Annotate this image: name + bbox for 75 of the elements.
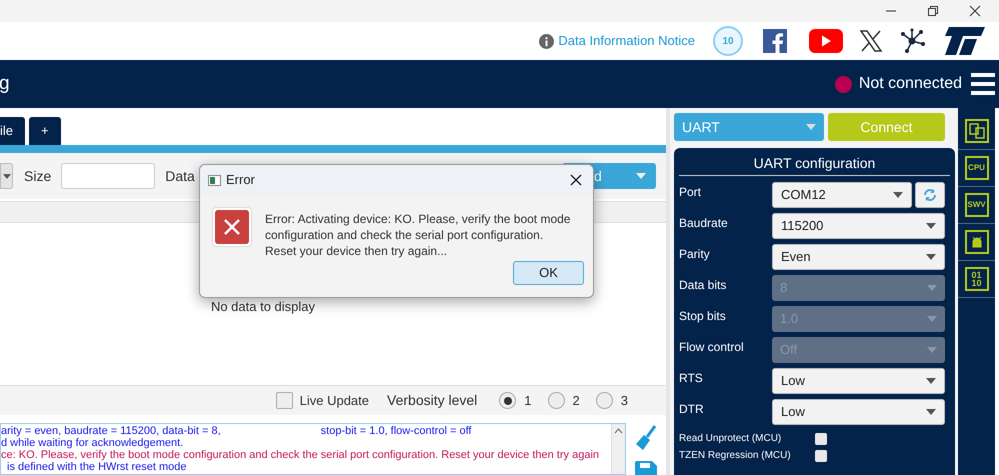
info-icon xyxy=(539,34,554,48)
debug-button[interactable] xyxy=(964,230,988,254)
broom-icon[interactable] xyxy=(635,425,657,451)
option-label: Read Unprotect (MCU) xyxy=(679,432,782,446)
verbosity-label: Verbosity level xyxy=(387,391,478,410)
caret-icon xyxy=(806,124,816,130)
x-icon[interactable] xyxy=(859,29,883,53)
verbosity-radio[interactable]: 2 xyxy=(548,390,580,410)
field-label: Flow control xyxy=(679,339,745,356)
refresh-icon xyxy=(923,188,937,202)
cpu-button[interactable]: CPU xyxy=(964,156,988,180)
log-line: is defined with the HWrst reset mode xyxy=(7,461,187,473)
port-dropdown[interactable]: COM12 xyxy=(772,182,912,208)
field-label: Port xyxy=(679,184,702,201)
connection-status: Not connected xyxy=(858,74,962,94)
empty-table-message: No data to display xyxy=(210,298,316,316)
caret-icon xyxy=(927,347,937,353)
option-checkbox[interactable] xyxy=(815,432,827,444)
field-label: Baudrate xyxy=(679,215,729,232)
field-label: Parity xyxy=(679,246,711,263)
verbosity-radio[interactable]: 3 xyxy=(596,390,628,410)
caret-icon xyxy=(927,285,937,291)
binary-button[interactable]: 01 10 xyxy=(964,267,988,291)
menu-icon[interactable] xyxy=(971,73,995,95)
close-icon[interactable] xyxy=(969,5,981,17)
log-line: stop-bit = 1.0, flow-control = off xyxy=(320,425,472,437)
error-icon xyxy=(215,210,249,244)
save-icon[interactable] xyxy=(635,461,657,475)
size-input[interactable] xyxy=(61,163,156,189)
tab[interactable]: ile xyxy=(0,117,26,145)
dialog-title: Error xyxy=(226,171,255,190)
caret-icon xyxy=(927,316,937,322)
field-dropdown[interactable]: Low xyxy=(772,368,945,394)
option-checkbox[interactable] xyxy=(815,450,827,462)
close-icon[interactable] xyxy=(570,174,582,186)
field-label: Stop bits xyxy=(679,308,727,325)
field-dropdown[interactable]: Low xyxy=(772,399,945,425)
facebook-icon[interactable] xyxy=(763,29,787,53)
copy-icon xyxy=(968,123,984,139)
error-message: Error: Activating device: KO. Please, verify the boot mode configuration and check the serial port configuration. Reset your device then try again... xyxy=(265,211,572,259)
memory-button[interactable] xyxy=(964,119,988,143)
ok-button[interactable]: OK xyxy=(513,261,584,285)
caret-icon xyxy=(2,174,10,178)
youtube-icon[interactable] xyxy=(809,29,843,53)
tab[interactable]: + xyxy=(29,117,61,145)
caret-icon xyxy=(926,254,936,260)
window-icon xyxy=(208,174,221,186)
option-label: TZEN Regression (MCU) xyxy=(679,449,792,463)
bug-icon xyxy=(970,236,984,248)
verbosity-radio[interactable]: 1 xyxy=(499,390,532,410)
dropdown-button[interactable] xyxy=(0,163,13,189)
config-title: UART configuration xyxy=(679,153,950,176)
app-title: g xyxy=(0,72,10,96)
log-line: d while waiting for acknowledgement. xyxy=(1,437,184,449)
field-label: DTR xyxy=(679,401,705,418)
field-label: Data bits xyxy=(679,277,728,294)
field-label: RTS xyxy=(679,370,704,387)
caret-icon xyxy=(926,223,936,229)
size-label: Size xyxy=(24,166,52,186)
caret-icon xyxy=(636,173,646,179)
network-icon[interactable] xyxy=(899,28,925,54)
scrollbar[interactable] xyxy=(611,424,625,474)
anniversary-label: 10 xyxy=(722,34,734,48)
scroll-up-icon xyxy=(614,428,623,434)
data-width-label: Data xyxy=(165,166,195,186)
caret-icon xyxy=(926,378,936,384)
caret-icon xyxy=(893,192,903,198)
caret-icon xyxy=(926,409,936,415)
swv-button[interactable]: SWV xyxy=(964,193,988,217)
live-update-checkbox[interactable]: Live Update xyxy=(276,390,370,410)
restore-icon[interactable] xyxy=(927,5,939,17)
field-dropdown[interactable]: Even xyxy=(772,244,945,270)
field-dropdown[interactable]: 115200 xyxy=(772,213,945,239)
log-line: ce: KO. Please, verify the boot mode configuration and check the serial port configuration. Reset your device then try again xyxy=(1,449,600,461)
log-line: arity = even, baudrate = 115200, data-bit = 8, xyxy=(1,425,221,437)
